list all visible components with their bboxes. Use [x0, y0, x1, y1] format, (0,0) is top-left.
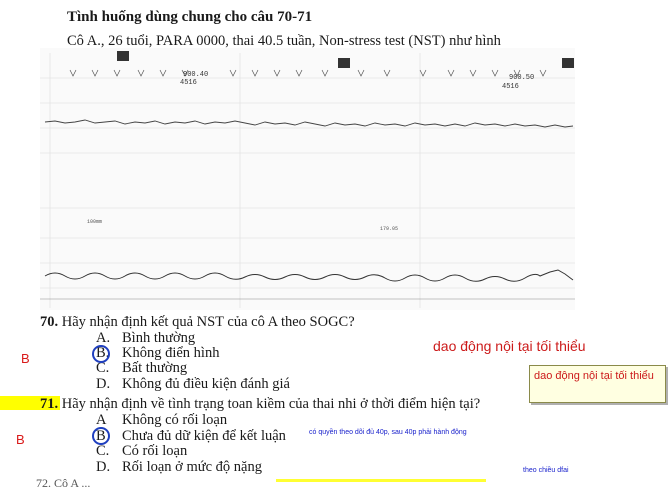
q71-answer-circle [92, 427, 110, 445]
question-70-text: Hãy nhận định kết quả NST của cô A theo … [61, 314, 355, 330]
q70-answer-mark: B [21, 351, 30, 366]
annotation-comment-text: dao động nội tại tối thiểu [534, 370, 654, 382]
case-heading: Tình huống dùng chung cho câu 70-71 [67, 9, 313, 25]
q71-answer-mark: B [16, 432, 25, 447]
q71-option-text: Chưa đủ dữ kiện để kết luận [122, 428, 286, 444]
ctg-mid-left-label: 100mm [87, 219, 102, 225]
question-70-number: 70. [40, 314, 59, 330]
q70-option-text: Bất thường [122, 360, 188, 376]
question-70: 70. Hãy nhận định kết quả NST của cô A t… [40, 314, 355, 331]
question-71-text: Hãy nhận định về tình trạng toan kiềm củ… [61, 396, 481, 412]
q71-option-letter: C. [96, 443, 110, 459]
annotation-comment-box[interactable]: dao động nội tại tối thiểu [529, 365, 666, 403]
q71-option-c: C. Có rối loạn [96, 443, 187, 460]
q71-option-letter: D. [96, 459, 111, 475]
exam-page: Tình huống dùng chung cho câu 70-71 Cô A… [0, 0, 671, 490]
q71-option-text: Rối loạn ở mức độ nặng [122, 459, 262, 475]
ctg-header-left-sublabel: 4516 [180, 79, 197, 87]
ctg-tracing-image: 900.40 4516 900.50 4516 100mm 179.05 [40, 48, 575, 310]
annotation-blue-note-2: theo chiều dfai [523, 467, 569, 474]
ctg-header-left-label: 900.40 [183, 71, 208, 79]
question-71-number: 71. [40, 396, 59, 412]
ctg-mid-right-label: 179.05 [380, 226, 398, 232]
q70-option-d: D. Không đủ điều kiện đánh giá [96, 376, 290, 393]
q71-option-text: Không có rối loạn [122, 412, 228, 428]
ctg-header-right-label: 900.50 [509, 74, 534, 82]
q71-option-text: Có rối loạn [122, 443, 188, 459]
q70-option-text: Bình thường [122, 330, 196, 346]
q70-option-text: Không điển hình [122, 345, 220, 361]
q70-option-letter: D. [96, 376, 111, 392]
q70-answer-circle [92, 345, 110, 363]
question-71: 71. Hãy nhận định về tình trạng toan kiề… [40, 396, 480, 413]
annotation-blue-note: có quyền theo dõi đủ 40p, sau 40p phải h… [309, 429, 467, 436]
q70-option-text: Không đủ điều kiện đánh giá [122, 376, 290, 392]
q71-option-d: D. Rối loạn ở mức độ nặng [96, 459, 262, 476]
next-question-cut: 72. Cô A ... [36, 476, 91, 490]
q70-option-c: C. Bất thường [96, 360, 187, 377]
annotation-note: dao động nội tại tối thiểu [433, 338, 586, 354]
q71-option-a: A Không có rối loạn [96, 412, 227, 429]
ctg-header-right-sublabel: 4516 [502, 83, 519, 91]
